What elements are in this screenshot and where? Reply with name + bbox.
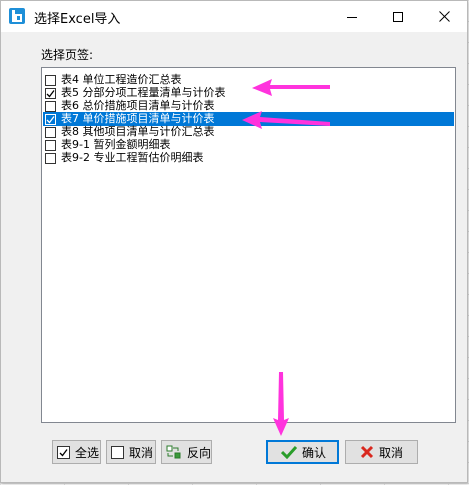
checkbox-empty-icon[interactable] [45, 100, 56, 112]
close-button[interactable] [421, 1, 467, 32]
minimize-icon [347, 16, 357, 18]
sheet-label: 表7 单价措施项目清单与计价表 [60, 112, 216, 126]
section-label: 选择页签: [41, 48, 94, 62]
maximize-icon [393, 11, 403, 22]
checkbox-empty-icon[interactable] [45, 152, 56, 164]
deselect-all-button[interactable]: 取消 [106, 440, 156, 464]
app-icon [9, 8, 25, 24]
sheet-label: 表8 其他项目清单与计价汇总表 [61, 125, 215, 138]
sheet-list-item[interactable]: 表5 分部分项工程量清单与计价表 [43, 86, 454, 100]
invert-icon [166, 445, 181, 459]
checkbox-checked-icon[interactable] [45, 87, 56, 99]
sheet-label: 表9-1 暂列金额明细表 [61, 138, 171, 151]
confirm-label: 确认 [302, 445, 327, 460]
sheet-label: 表4 单位工程造价汇总表 [61, 73, 182, 86]
import-dialog: 选择Excel导入 选择页签: 表4 单位工程造价汇总表 表5 分部分项工程量清单… [0, 0, 468, 483]
checkbox-checked-icon [57, 445, 70, 459]
confirm-button[interactable]: 确认 [266, 440, 339, 464]
checkbox-empty-icon[interactable] [45, 139, 56, 151]
sheet-list-item[interactable]: 表7 单价措施项目清单与计价表 [43, 112, 454, 126]
confirm-check-icon [281, 445, 297, 459]
sheet-list-item[interactable]: 表9-2 专业工程暂估价明细表 [43, 151, 454, 165]
cancel-label: 取消 [379, 445, 404, 460]
invert-selection-button[interactable]: 反向 [161, 440, 212, 464]
select-all-button[interactable]: 全选 [52, 440, 101, 464]
sheet-list-item[interactable]: 表9-1 暂列金额明细表 [43, 138, 454, 152]
cancel-button[interactable]: 取消 [345, 440, 418, 464]
invert-label: 反向 [186, 445, 211, 460]
maximize-button[interactable] [375, 1, 421, 32]
checkbox-checked-icon[interactable] [45, 113, 56, 125]
window-title: 选择Excel导入 [34, 12, 121, 27]
checkbox-empty-icon[interactable] [45, 74, 56, 86]
cancel-x-icon [360, 445, 374, 459]
sheet-listbox[interactable]: 表4 单位工程造价汇总表 表5 分部分项工程量清单与计价表 表6 总价措施项目清单与… [41, 67, 456, 423]
sheet-list-item[interactable]: 表8 其他项目清单与计价汇总表 [43, 125, 454, 139]
minimize-button[interactable] [329, 1, 375, 32]
sheet-label: 表9-2 专业工程暂估价明细表 [61, 151, 204, 164]
sheet-label: 表5 分部分项工程量清单与计价表 [61, 86, 226, 99]
sheet-label: 表6 总价措施项目清单与计价表 [61, 99, 215, 112]
close-icon [438, 11, 450, 22]
checkbox-empty-icon[interactable] [45, 126, 56, 138]
deselect-label: 取消 [129, 445, 154, 460]
sheet-list-item[interactable]: 表4 单位工程造价汇总表 [43, 73, 454, 87]
checkbox-empty-icon [111, 445, 124, 459]
title-bar[interactable]: 选择Excel导入 [1, 1, 467, 32]
sheet-list-item[interactable]: 表6 总价措施项目清单与计价表 [43, 99, 454, 113]
select-all-label: 全选 [75, 445, 100, 460]
